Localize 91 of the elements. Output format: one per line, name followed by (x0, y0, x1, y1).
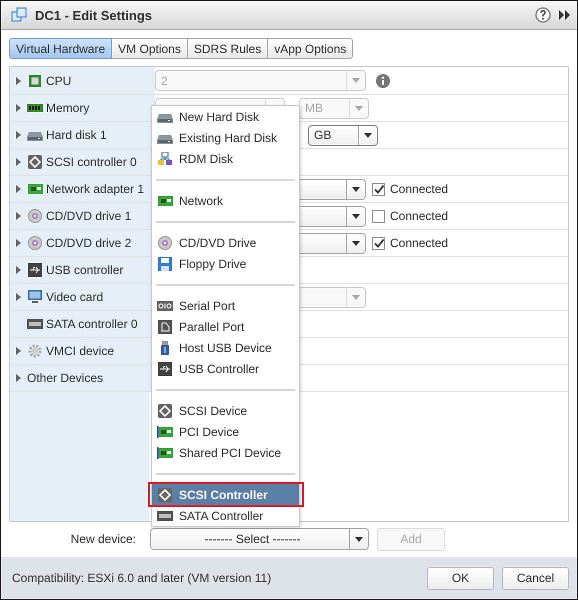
expand-arrow-icon[interactable] (16, 131, 21, 139)
device-label: Network adapter 1 (46, 182, 144, 196)
sata-icon (157, 508, 173, 522)
menu-item[interactable]: PCI Device (152, 421, 299, 442)
menu-item[interactable]: Serial Port (152, 295, 299, 316)
menu-item[interactable]: SATA Controller (152, 505, 299, 526)
monitor-icon (27, 290, 43, 304)
expand-arrow-icon[interactable] (16, 239, 21, 247)
window-title: DC1 - Edit Settings (35, 8, 152, 22)
help-icon[interactable] (535, 7, 551, 23)
network-card-icon (157, 194, 173, 208)
floppy-icon (157, 256, 173, 270)
dialog-button[interactable]: Cancel (502, 566, 569, 590)
parallel-port-icon (157, 320, 173, 334)
dropdown-caret-icon (352, 78, 360, 83)
device-label: USB controller (46, 263, 124, 277)
network-card-icon (27, 182, 43, 196)
dropdown-caret-icon (364, 132, 372, 138)
expand-arrow-icon[interactable] (16, 347, 21, 355)
checkbox-label: Connected (390, 182, 448, 196)
tab[interactable]: VM Options (112, 38, 188, 59)
checkbox[interactable] (372, 182, 385, 196)
memory-icon (27, 101, 43, 115)
device-label: Other Devices (27, 371, 104, 385)
device-label: Video card (46, 290, 104, 304)
serial-port-icon (157, 298, 173, 312)
controller-icon (27, 155, 43, 169)
menu-item[interactable]: RDM Disk (152, 148, 299, 169)
tab[interactable]: SDRS Rules (188, 38, 268, 59)
dropdown-caret-icon (352, 186, 360, 192)
disc-icon (27, 236, 43, 250)
unit-dropdown[interactable]: GB (308, 124, 378, 146)
menu-item[interactable]: CD/DVD Drive (152, 232, 299, 253)
usb-icon (157, 362, 173, 376)
checkmark-icon (374, 238, 384, 248)
new-device-label: New device: (70, 532, 136, 546)
checkbox[interactable] (372, 236, 385, 250)
compatibility-text: Compatibility: ESXi 6.0 and later (VM version 11) (12, 571, 272, 585)
menu-item[interactable]: New Hard Disk (152, 106, 299, 127)
controller-icon (157, 404, 173, 418)
checkbox-label: Connected (390, 209, 448, 223)
dropdown-caret-icon (352, 294, 360, 300)
device-label: VMCI device (46, 344, 114, 358)
menu-item[interactable]: Network (152, 190, 299, 211)
dropdown-caret-icon (355, 106, 363, 110)
dropdown-caret-icon (355, 536, 363, 542)
dropdown-caret-icon (352, 240, 360, 246)
expand-arrow-icon[interactable] (16, 185, 21, 193)
expand-arrow-icon[interactable] (16, 374, 21, 382)
expand-arrow-icon[interactable] (16, 212, 21, 220)
device-label: CD/DVD drive 1 (46, 209, 132, 223)
menu-item[interactable]: SCSI Device (152, 400, 299, 421)
pci-card-icon (157, 424, 173, 438)
disc-icon (27, 209, 43, 223)
vm-icon (11, 7, 27, 23)
checkmark-icon (374, 184, 384, 194)
expand-arrow-icon[interactable] (16, 293, 21, 301)
expand-arrow-icon[interactable] (16, 76, 21, 84)
device-label: SCSI controller 0 (46, 155, 137, 169)
sata-icon (27, 317, 43, 331)
expand-arrow-icon[interactable] (16, 158, 21, 166)
dropdown-caret-icon (352, 214, 360, 218)
chip-icon (27, 74, 43, 88)
menu-item[interactable]: Shared PCI Device (152, 442, 299, 463)
menu-item[interactable]: USB Controller (152, 358, 299, 379)
checkbox-label: Connected (390, 236, 448, 250)
info-icon[interactable] (376, 74, 390, 88)
device-label: SATA controller 0 (46, 317, 138, 331)
rdm-disk-icon (157, 152, 173, 166)
expand-arrow-icon[interactable] (16, 266, 21, 274)
device-dropdown[interactable]: ------- Select ------- (150, 528, 369, 550)
tab[interactable]: vApp Options (268, 38, 354, 59)
menu-item[interactable]: Host USB Device (152, 337, 299, 358)
expand-arrow-icon[interactable] (16, 104, 21, 112)
checkbox[interactable] (372, 210, 385, 222)
device-label: CPU (46, 74, 72, 88)
usb-icon (27, 263, 43, 277)
pci-card-icon (157, 446, 173, 460)
device-label: CD/DVD drive 2 (46, 236, 132, 250)
controller-icon (157, 488, 173, 502)
menu-item[interactable]: Existing Hard Disk (152, 127, 299, 148)
menu-item[interactable]: SCSI Controller (152, 484, 299, 505)
disc-icon (157, 236, 173, 250)
dialog-button[interactable]: OK (427, 566, 494, 590)
device-label: Hard disk 1 (46, 128, 107, 142)
menu-item[interactable]: Parallel Port (152, 316, 299, 337)
expand-icon[interactable] (559, 9, 571, 21)
device-label: Memory (46, 101, 90, 115)
gear-icon (27, 344, 43, 358)
menu-item[interactable]: Floppy Drive (152, 253, 299, 274)
tab[interactable]: Virtual Hardware (9, 38, 112, 59)
